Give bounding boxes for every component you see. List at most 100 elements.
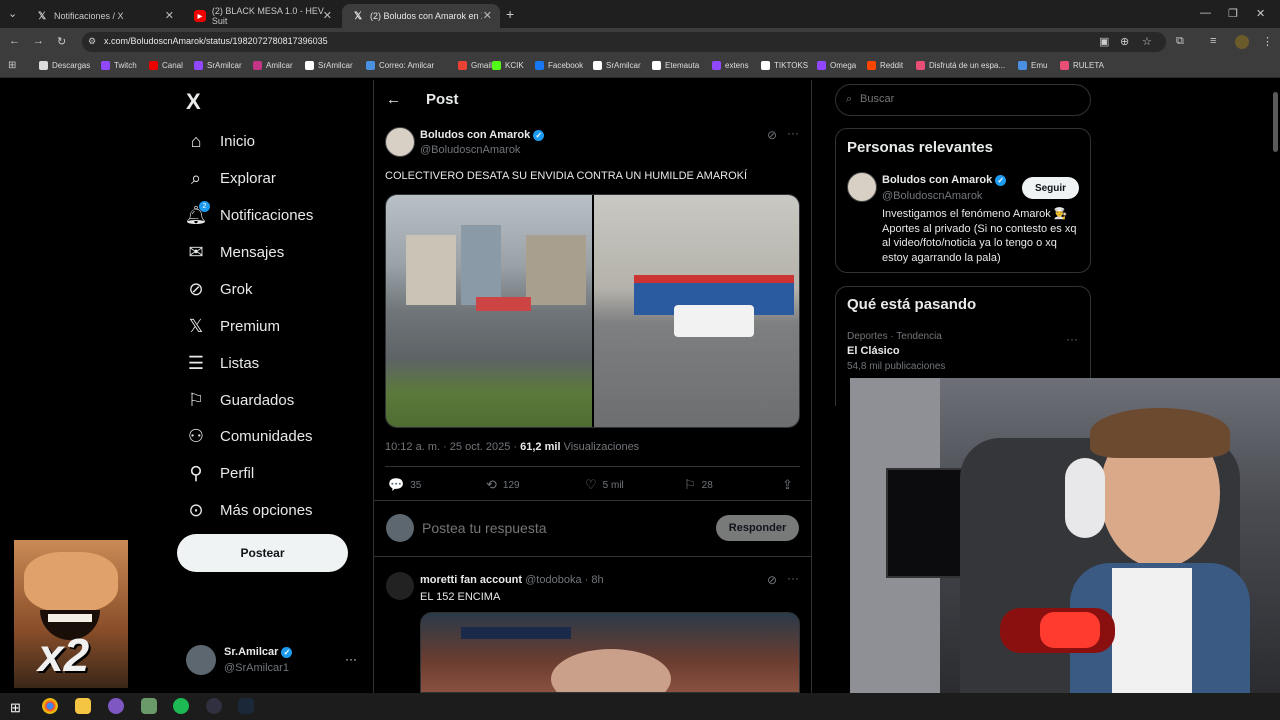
bookmark-action[interactable]: ⚐ 28 — [684, 477, 713, 493]
bookmark-item[interactable]: Amilcar — [253, 61, 293, 70]
post-button[interactable]: Postear — [177, 534, 348, 572]
x-logo[interactable]: X — [186, 89, 201, 115]
reply-avatar — [386, 514, 414, 542]
menu-icon[interactable]: ⋮ — [1262, 35, 1273, 48]
spotify-icon[interactable] — [173, 698, 189, 714]
sidebar-item-listas[interactable]: ☰ Listas — [186, 353, 259, 373]
search-input[interactable] — [860, 91, 1060, 107]
share-action[interactable]: ⇪ — [782, 477, 799, 493]
sidebar-item-explorar[interactable]: ⌕ Explorar — [186, 168, 276, 188]
star-icon[interactable]: ☆ — [1142, 35, 1152, 48]
tab-boludos[interactable]: 𝕏 (2) Boludos con Amarok en X: " ✕ — [342, 4, 500, 28]
author-name[interactable]: Boludos con Amarok ✓ — [420, 129, 545, 141]
back-icon[interactable]: ← — [9, 35, 20, 47]
new-tab-icon[interactable]: + — [506, 6, 514, 22]
reply-media[interactable] — [420, 612, 800, 693]
more-icon[interactable]: ··· — [787, 126, 799, 140]
sidebar-item-label: Inicio — [220, 132, 256, 150]
chrome-icon[interactable] — [42, 698, 58, 714]
post-image-right[interactable] — [594, 195, 799, 427]
relevant-avatar[interactable] — [847, 172, 877, 202]
tab-notificaciones[interactable]: 𝕏 Notificaciones / X ✕ — [26, 4, 182, 28]
scrollbar-thumb[interactable] — [1273, 92, 1278, 152]
bookmark-item[interactable]: Correo: Amilcar — [366, 61, 434, 70]
close-icon[interactable]: ✕ — [165, 9, 174, 22]
bookmark-item[interactable]: Descargas — [39, 61, 90, 70]
minimize-icon[interactable]: — — [1200, 7, 1211, 19]
sidebar-item-premium[interactable]: 𝕏 Premium — [186, 316, 280, 336]
bookmark-favicon-icon — [1018, 61, 1027, 70]
grok-icon[interactable]: ⊘ — [767, 573, 777, 587]
author-avatar[interactable] — [385, 127, 415, 157]
trend-topic[interactable]: El Clásico — [847, 345, 900, 357]
sidebar-item-mensajes[interactable]: ✉ Mensajes — [186, 242, 284, 262]
bookmark-item[interactable]: TIKTOKS — [761, 61, 808, 70]
sidebar-item-notificaciones[interactable]: 🔔︎ 2 Notificaciones — [185, 201, 313, 225]
steam-icon[interactable] — [238, 698, 254, 714]
obs-icon[interactable] — [206, 698, 222, 714]
bookmark-item[interactable]: Facebook — [535, 61, 583, 70]
bookmark-item[interactable]: Twitch — [101, 61, 137, 70]
app-icon[interactable] — [141, 698, 157, 714]
bookmark-item[interactable]: extens — [712, 61, 749, 70]
maximize-icon[interactable]: ❐ — [1228, 7, 1238, 20]
tab-black-mesa[interactable]: ▶ (2) BLACK MESA 1.0 - HEV Suit ✕ — [184, 4, 340, 28]
cast-icon[interactable]: ▣ — [1099, 35, 1109, 48]
bookmark-item[interactable]: Emu — [1018, 61, 1047, 70]
sidebar-item-grok[interactable]: ⊘ Grok — [186, 279, 252, 299]
more-icon[interactable]: ··· — [787, 571, 799, 585]
tab-search-icon[interactable]: ⌄ — [8, 7, 17, 20]
bookmark-item[interactable]: Etemauta — [652, 61, 699, 70]
relevant-name[interactable]: Boludos con Amarok ✓ — [882, 174, 1007, 186]
sidebar-item-guardados[interactable]: ⚐ Guardados — [186, 390, 294, 410]
app-icon[interactable] — [108, 698, 124, 714]
bookmark-item[interactable]: Omega — [817, 61, 856, 70]
sidebar-item-label: Guardados — [220, 391, 295, 409]
sidebar-item-perfil[interactable]: ⚲ Perfil — [186, 463, 254, 483]
grok-icon[interactable]: ⊘ — [767, 128, 777, 142]
bookmark-item[interactable]: Canal — [149, 61, 183, 70]
media-icon[interactable]: ≡ — [1210, 35, 1216, 47]
post-media[interactable] — [385, 194, 800, 428]
sidebar-item-mas-opciones[interactable]: ⊙ Más opciones — [186, 500, 312, 520]
reply-author-avatar[interactable] — [386, 572, 414, 600]
bookmark-item[interactable]: KCIK — [492, 61, 524, 70]
bookmark-item[interactable]: SrAmilcar — [593, 61, 641, 70]
reply-header[interactable]: moretti fan account @todoboka · 8h — [420, 574, 604, 586]
site-info-icon[interactable]: ⚙ — [88, 36, 96, 47]
follow-button[interactable]: Seguir — [1022, 177, 1079, 199]
account-name[interactable]: Sr.Amilcar ✓ — [224, 646, 293, 658]
windows-start-icon[interactable]: ⊞ — [10, 700, 21, 716]
post-image-left[interactable] — [386, 195, 592, 427]
search-icon: ⌕ — [190, 167, 202, 188]
like-action[interactable]: ♡ 5 mil — [585, 477, 624, 493]
close-icon[interactable]: ✕ — [323, 9, 332, 22]
sidebar-item-inicio[interactable]: ⌂ Inicio — [186, 131, 255, 151]
apps-icon[interactable]: ⊞ — [8, 60, 16, 71]
zoom-icon[interactable]: ⊕ — [1120, 35, 1129, 48]
bookmark-item[interactable]: Gmail — [458, 61, 492, 70]
extensions-icon[interactable]: ⧉ — [1176, 35, 1184, 48]
bookmark-item[interactable]: SrAmilcar — [194, 61, 242, 70]
reply-button[interactable]: Responder — [716, 515, 799, 541]
author-handle[interactable]: @BoludoscnAmarok — [420, 144, 520, 156]
profile-avatar[interactable] — [1235, 35, 1249, 49]
sidebar-item-comunidades[interactable]: ⚇ Comunidades — [186, 426, 313, 446]
forward-icon[interactable]: → — [33, 35, 44, 47]
bookmark-item[interactable]: RULETA — [1060, 61, 1104, 70]
folder-icon[interactable] — [75, 698, 91, 714]
trend-more-icon[interactable]: ··· — [1066, 332, 1078, 346]
reply-action[interactable]: 💬 35 — [388, 477, 421, 493]
bookmark-item[interactable]: Reddit — [867, 61, 903, 70]
account-more-icon[interactable]: ··· — [345, 652, 357, 666]
bookmark-favicon-icon — [101, 61, 110, 70]
window-close-icon[interactable]: ✕ — [1256, 7, 1265, 20]
bookmark-item[interactable]: Disfrutá de un espa... — [916, 61, 1005, 70]
back-arrow-icon[interactable]: ← — [386, 91, 401, 108]
repost-action[interactable]: ⟲ 129 — [486, 477, 520, 493]
reload-icon[interactable]: ↻ — [57, 35, 66, 48]
bookmark-item[interactable]: SrAmilcar — [305, 61, 353, 70]
account-avatar[interactable] — [186, 645, 216, 675]
close-icon[interactable]: ✕ — [483, 9, 492, 22]
reply-input[interactable] — [422, 518, 702, 538]
